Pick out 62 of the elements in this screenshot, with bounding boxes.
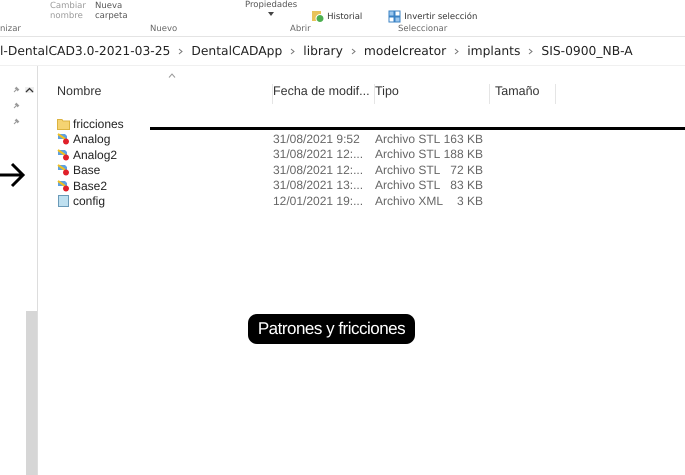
file-name[interactable]: config bbox=[38, 194, 273, 209]
breadcrumb-item[interactable]: SIS-0900_NB-A bbox=[541, 44, 633, 58]
group-label: Abrir bbox=[290, 24, 312, 36]
group-label: nizar bbox=[0, 24, 22, 36]
type-cell-text: Archivo STL bbox=[375, 147, 442, 162]
ribbon-button[interactable]: Propiedades bbox=[242, 0, 300, 17]
file-name[interactable]: Base2 bbox=[38, 178, 273, 194]
size-cell: 188 KB bbox=[443, 147, 483, 162]
breadcrumb-item[interactable]: library bbox=[303, 44, 343, 58]
file-name[interactable]: Base bbox=[38, 162, 273, 178]
column-header[interactable]: Tamaño bbox=[490, 84, 556, 104]
type-cell-text: Archivo STL bbox=[375, 178, 442, 194]
model-file-icon bbox=[57, 180, 70, 192]
folder-icon bbox=[57, 118, 70, 130]
arrow-icon bbox=[0, 162, 26, 188]
pin-icon[interactable] bbox=[13, 102, 20, 109]
chevron-icon bbox=[528, 48, 534, 54]
column-header[interactable]: Nombre bbox=[38, 84, 273, 104]
collapse-caret-icon[interactable] bbox=[25, 86, 34, 92]
date-cell-text: 31/08/2021 9:52 bbox=[273, 132, 361, 147]
sort-caret-icon bbox=[168, 73, 176, 78]
breadcrumb-item[interactable]: implants bbox=[467, 44, 520, 58]
caret-icon bbox=[268, 12, 274, 16]
callout-label: Patrones y fricciones bbox=[248, 314, 416, 344]
file-name[interactable]: Analog bbox=[38, 132, 273, 147]
model-file-icon bbox=[57, 133, 70, 146]
file-name[interactable]: fricciones bbox=[38, 116, 273, 132]
type-cell-text: Archivo STL bbox=[375, 132, 442, 147]
file-name[interactable]: Analog2 bbox=[38, 147, 273, 162]
scrollbar-thumb[interactable] bbox=[26, 311, 37, 475]
date-cell-text: 31/08/2021 13:... bbox=[273, 178, 364, 194]
model-file-icon bbox=[57, 164, 70, 176]
history-icon bbox=[311, 10, 326, 23]
column-header[interactable]: Fecha de modif... bbox=[273, 84, 375, 104]
date-cell-text: 31/08/2021 12:... bbox=[273, 147, 364, 162]
type-cell-text: Archivo STL bbox=[375, 162, 442, 178]
model-file-icon bbox=[57, 148, 70, 161]
size-cell-text: 3 KB bbox=[456, 194, 483, 209]
chevron-icon bbox=[350, 48, 356, 54]
column-header[interactable]: Tipo bbox=[375, 84, 490, 104]
chevron-icon bbox=[454, 48, 460, 54]
pin-icon[interactable] bbox=[13, 86, 20, 93]
size-cell-text: 83 KB bbox=[449, 178, 483, 194]
select-grid-icon bbox=[388, 10, 402, 23]
address-bar[interactable]: l-DentalCAD3.0-2021-03-25 DentalCADApp library modelcreator implants SIS-0900_NB-A bbox=[0, 37, 685, 66]
date-cell-text: 31/08/2021 12:... bbox=[273, 162, 364, 178]
chevron-icon bbox=[290, 48, 296, 54]
text-file-icon bbox=[57, 195, 70, 208]
size-cell: 163 KB bbox=[443, 132, 483, 147]
ribbon-button[interactable]: Nueva carpeta bbox=[92, 0, 137, 22]
ribbon-button[interactable]: Invertir selección bbox=[385, 9, 480, 24]
pin-icon[interactable] bbox=[13, 118, 20, 125]
breadcrumb-item[interactable]: modelcreator bbox=[364, 44, 446, 58]
date-cell-text: 12/01/2021 19:... bbox=[273, 194, 364, 209]
breadcrumb-item[interactable]: l-DentalCAD3.0-2021-03-25 bbox=[0, 44, 170, 58]
chevron-icon bbox=[178, 48, 184, 54]
ribbon-button[interactable]: Historial bbox=[308, 9, 366, 24]
group-label: Nuevo bbox=[150, 24, 178, 36]
size-cell-text: 72 KB bbox=[449, 162, 483, 178]
breadcrumb-item[interactable]: DentalCADApp bbox=[191, 44, 282, 58]
group-label: Seleccionar bbox=[398, 24, 448, 36]
type-cell: Archivo XML bbox=[375, 194, 443, 209]
